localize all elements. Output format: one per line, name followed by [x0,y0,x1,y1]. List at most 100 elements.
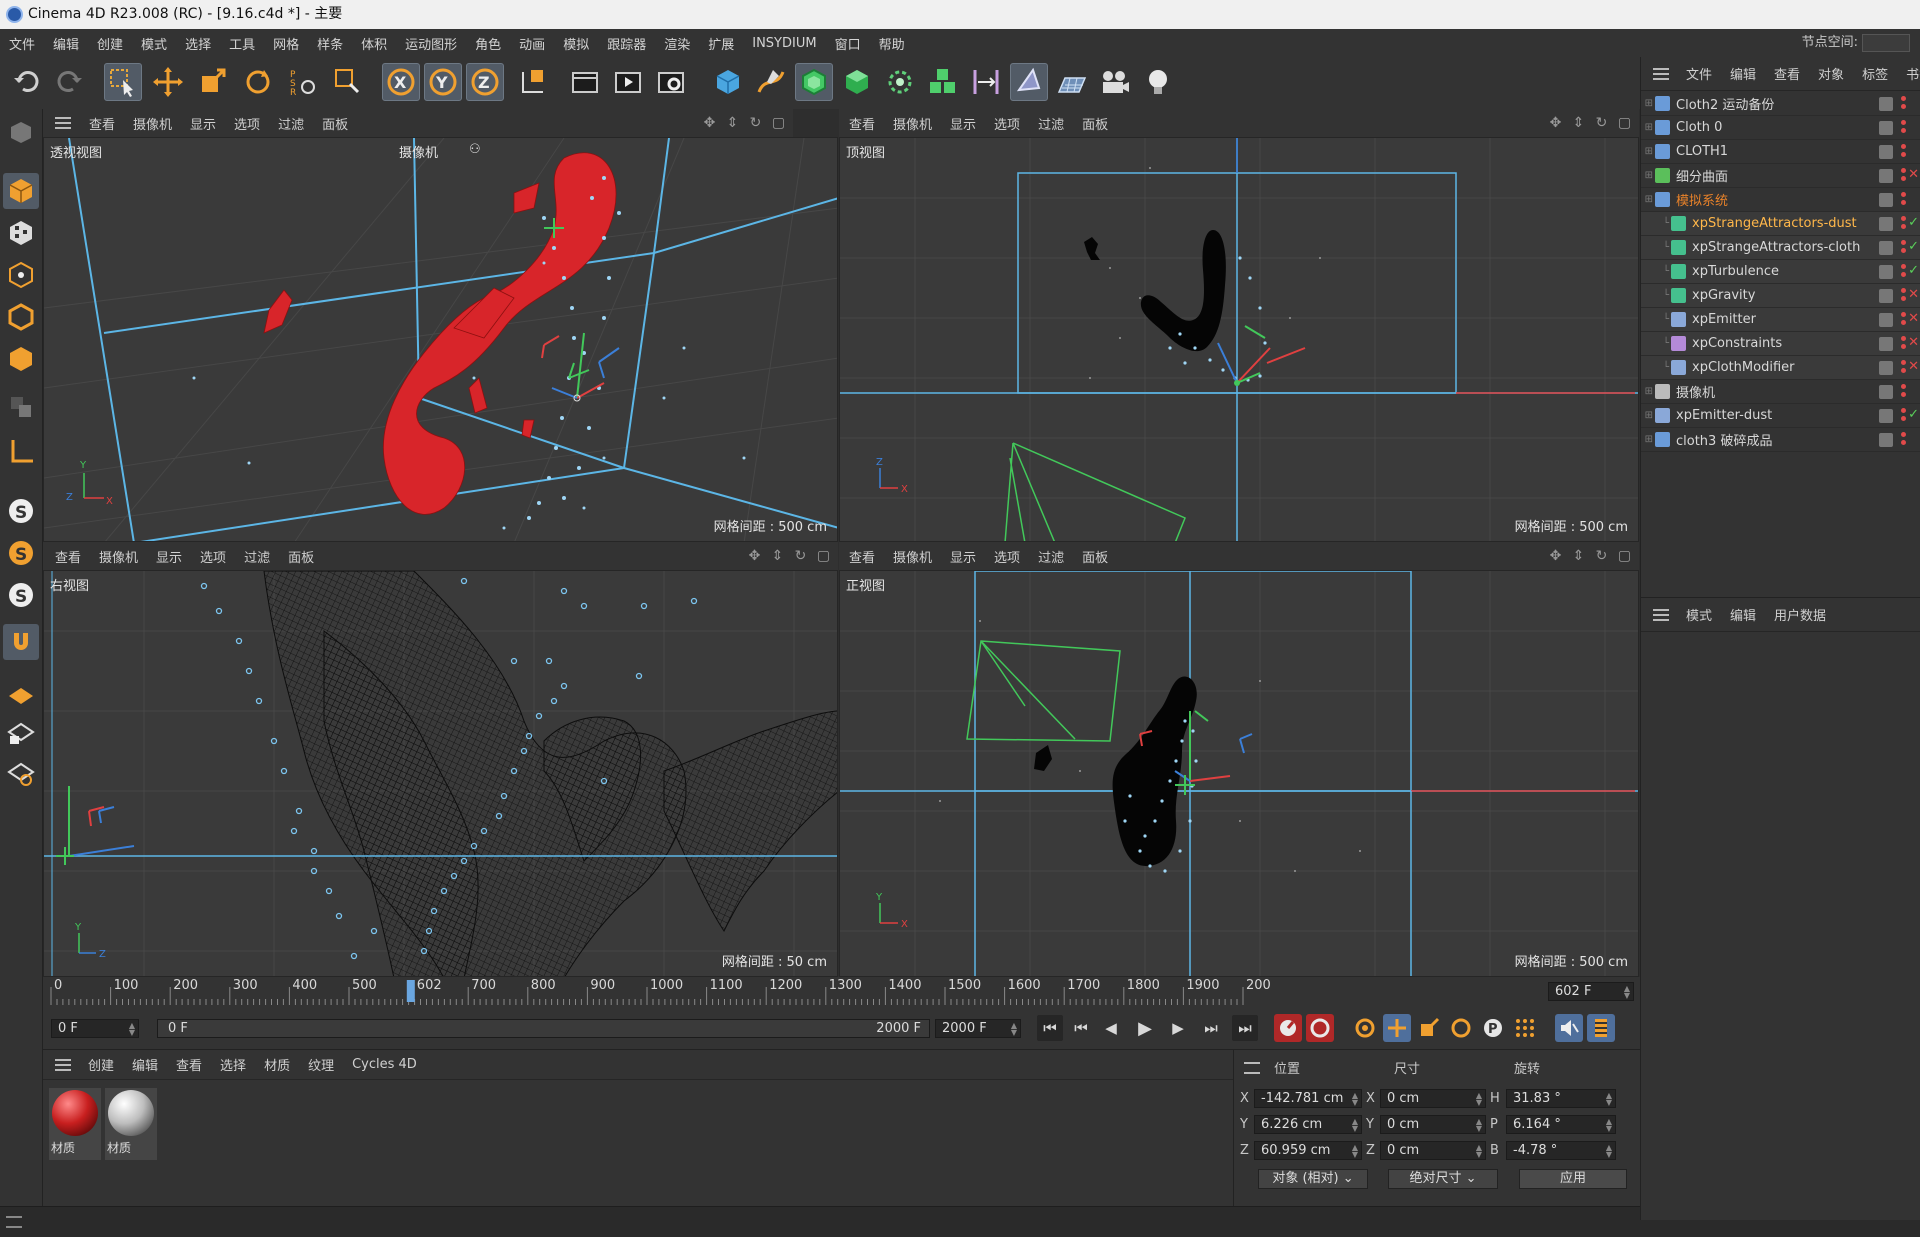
menu-tools[interactable]: 工具 [220,34,264,53]
menu-edit[interactable]: 编辑 [44,34,88,53]
object-row[interactable]: ⊞ Cloth 0 [1641,116,1920,140]
vp4-menu-panel[interactable]: 面板 [1073,547,1117,566]
zoom-view-icon[interactable]: ⇕ [769,548,786,565]
tree-expander-icon[interactable]: ⊞ [1641,410,1655,421]
cube-object-icon[interactable] [709,63,747,101]
rotation-p-field[interactable]: 6.164 ° ▲ ▼ [1506,1115,1616,1134]
tree-expander-icon[interactable]: └ [1641,290,1671,301]
key-position-icon[interactable] [1383,1014,1411,1042]
enabled-check-icon[interactable]: ✓ [1908,407,1919,422]
visibility-dots-icon[interactable] [1901,216,1907,232]
menu-render[interactable]: 渲染 [655,34,699,53]
x-axis-lock-icon[interactable]: X [382,63,420,101]
menu-help[interactable]: 帮助 [870,34,914,53]
workplane-icon[interactable] [3,675,39,711]
timeline-ruler[interactable]: 0 100 200 300 400 500 700 800 900 1000 1100 1200 130… [43,977,1640,1007]
tree-expander-icon[interactable]: └ [1641,242,1671,253]
viewport-menu-icon[interactable] [55,117,71,129]
maximize-view-icon[interactable]: ▢ [815,548,832,565]
position-z-field[interactable]: 60.959 cm ▲ ▼ [1254,1141,1362,1160]
vp1-menu-view[interactable]: 查看 [80,114,124,133]
obj-menu-tags[interactable]: 标签 [1853,64,1897,83]
viewport-top[interactable]: Z X 顶视图 网格间距 : 500 cm [839,137,1639,542]
vp4-menu-view[interactable]: 查看 [839,547,884,566]
disabled-cross-icon[interactable]: ✕ [1908,167,1919,182]
object-row[interactable]: └ xpTurbulence ✓ [1641,260,1920,284]
mat-menu-create[interactable]: 创建 [79,1055,123,1074]
status-menu-icon[interactable] [6,1216,22,1228]
rotation-b-field[interactable]: -4.78 ° ▲ ▼ [1506,1141,1616,1160]
pan-view-icon[interactable]: ✥ [1547,548,1564,565]
snap-icon-3[interactable]: S [3,577,39,613]
cloner-mograph-icon[interactable] [881,63,919,101]
obj-menu-file[interactable]: 文件 [1677,64,1721,83]
vp3-menu-options[interactable]: 选项 [191,547,235,566]
texture-mode-icon[interactable] [3,215,39,251]
rotate-view-icon[interactable]: ↻ [747,115,764,132]
object-row[interactable]: └ xpClothModifier ✕ [1641,356,1920,380]
vp4-menu-camera[interactable]: 摄像机 [884,547,941,566]
pan-view-icon[interactable]: ✥ [746,548,763,565]
visibility-dots-icon[interactable] [1901,432,1907,448]
rotate-tool-icon[interactable] [239,63,277,101]
attr-menu-mode[interactable]: 模式 [1677,605,1721,624]
pen-spline-icon[interactable] [752,63,790,101]
enabled-check-icon[interactable]: ✓ [1908,215,1919,230]
vp4-menu-display[interactable]: 显示 [941,547,985,566]
maximize-view-icon[interactable]: ▢ [1616,115,1633,132]
object-row[interactable]: └ xpStrangeAttractors-cloth ✓ [1641,236,1920,260]
layer-color-icon[interactable] [1879,409,1893,423]
object-row[interactable]: └ xpGravity ✕ [1641,284,1920,308]
subdivision-surface-icon[interactable] [795,63,833,101]
viewport-perspective[interactable]: Y Z X 透视视图 摄像机 ⚇ 网格间距 : 500 cm [43,137,838,542]
object-row[interactable]: ⊞ 细分曲面 ✕ [1641,164,1920,188]
attr-menu-edit[interactable]: 编辑 [1721,605,1765,624]
layer-color-icon[interactable] [1879,169,1893,183]
object-row[interactable]: └ xpEmitter ✕ [1641,308,1920,332]
vp2-menu-camera[interactable]: 摄像机 [884,114,941,133]
visibility-dots-icon[interactable] [1901,360,1907,376]
edges-mode-icon[interactable] [3,299,39,335]
object-row[interactable]: ⊞ xpEmitter-dust ✓ [1641,404,1920,428]
size-x-field[interactable]: 0 cm ▲ ▼ [1380,1089,1486,1108]
maximize-view-icon[interactable]: ▢ [1616,548,1633,565]
model-mode-icon[interactable] [3,173,39,209]
disabled-cross-icon[interactable]: ✕ [1908,287,1919,302]
visibility-dots-icon[interactable] [1901,312,1907,328]
vp1-menu-filter[interactable]: 过滤 [269,114,313,133]
attr-menu-userdata[interactable]: 用户数据 [1765,605,1835,624]
position-x-field[interactable]: -142.781 cm ▲ ▼ [1254,1089,1362,1108]
live-selection-icon[interactable] [104,63,142,101]
visibility-dots-icon[interactable] [1901,336,1907,352]
undo-button[interactable] [8,63,46,101]
visibility-dots-icon[interactable] [1901,168,1907,184]
go-to-end-icon[interactable]: ⏭ [1232,1015,1258,1041]
key-pla-icon[interactable] [1511,1014,1539,1042]
visibility-dots-icon[interactable] [1901,408,1907,424]
vp1-menu-camera[interactable]: 摄像机 [124,114,181,133]
mat-menu-cycles4d[interactable]: Cycles 4D [343,1057,426,1072]
vp2-menu-options[interactable]: 选项 [985,114,1029,133]
vp4-menu-filter[interactable]: 过滤 [1029,547,1073,566]
rotate-view-icon[interactable]: ↻ [1593,115,1610,132]
size-y-field[interactable]: 0 cm ▲ ▼ [1380,1115,1486,1134]
apply-button[interactable]: 应用 [1519,1169,1627,1189]
menu-insydium[interactable]: INSYDIUM [743,36,825,51]
pan-view-icon[interactable]: ✥ [701,115,718,132]
axis-mode-icon[interactable] [3,433,39,469]
menu-tracker[interactable]: 跟踪器 [598,34,655,53]
maximize-view-icon[interactable]: ▢ [770,115,787,132]
snap-icon-2[interactable]: S [3,535,39,571]
vp2-menu-view[interactable]: 查看 [839,114,884,133]
mat-menu-select[interactable]: 选择 [211,1055,255,1074]
position-y-field[interactable]: 6.226 cm ▲ ▼ [1254,1115,1362,1134]
menu-animate[interactable]: 动画 [510,34,554,53]
previous-key-icon[interactable]: ⏮ [1068,1015,1094,1041]
object-row[interactable]: ⊞ Cloth2 运动备份 [1641,92,1920,116]
vp2-menu-display[interactable]: 显示 [941,114,985,133]
render-settings-icon[interactable] [652,63,690,101]
previous-frame-icon[interactable]: ◀ [1098,1015,1124,1041]
disabled-cross-icon[interactable]: ✕ [1908,359,1919,374]
menu-simulate[interactable]: 模拟 [554,34,598,53]
key-parameter-icon[interactable]: P [1479,1014,1507,1042]
